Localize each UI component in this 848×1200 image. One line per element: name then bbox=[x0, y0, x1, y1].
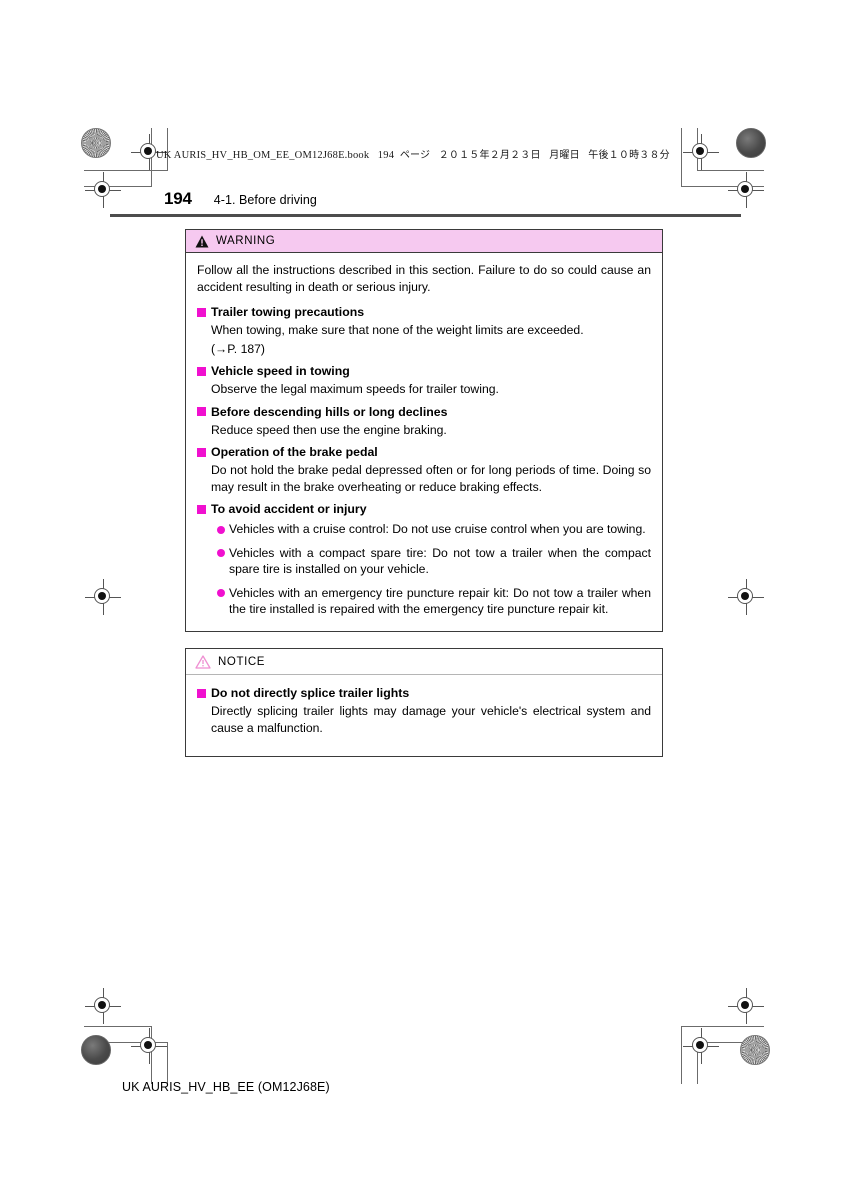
warning-section-heading: Trailer towing precautions bbox=[197, 304, 651, 320]
warning-section-paragraph: Do not hold the brake pedal depressed of… bbox=[211, 463, 651, 494]
warning-section-paragraph: When towing, make sure that none of the … bbox=[211, 323, 584, 337]
warning-section-heading: Operation of the brake pedal bbox=[197, 444, 651, 460]
registration-mark-mid-left bbox=[85, 579, 121, 615]
notice-label: NOTICE bbox=[218, 655, 266, 668]
warning-section-heading-text: Vehicle speed in towing bbox=[211, 364, 350, 378]
warning-bullet-list: Vehicles with a cruise control: Do not u… bbox=[217, 521, 651, 618]
footer-document-code: UK AURIS_HV_HB_EE (OM12J68E) bbox=[122, 1080, 330, 1094]
registration-mark-bottom-left-upper bbox=[85, 988, 121, 1024]
crop-line-bottom-right-v bbox=[681, 1026, 682, 1084]
page-section-title: 4-1. Before driving bbox=[213, 193, 317, 207]
registration-mark-bottom-left bbox=[131, 1028, 167, 1064]
warning-section-page-reference: (→P. 187) bbox=[211, 341, 265, 356]
registration-mark-mid-right bbox=[728, 579, 764, 615]
print-header-strip: UK AURIS_HV_HB_OM_EE_OM12J68E.book 194 ペ… bbox=[156, 146, 670, 161]
crop-line-top-right-v2 bbox=[697, 128, 698, 171]
print-header-date: ２０１５年２月２３日 bbox=[438, 150, 541, 161]
warning-label: WARNING bbox=[216, 235, 276, 247]
print-header-page-unit: ページ bbox=[399, 150, 431, 161]
list-item-text: Vehicles with an emergency tire puncture… bbox=[229, 585, 651, 617]
registration-mark-bottom-right-upper bbox=[728, 988, 764, 1024]
print-header-weekday: 月曜日 bbox=[549, 150, 580, 161]
square-bullet-icon bbox=[197, 504, 206, 514]
notice-box-header: NOTICE bbox=[186, 649, 662, 675]
crop-line-top-right-v bbox=[681, 128, 682, 187]
registration-mark-top-left-lower bbox=[85, 172, 121, 208]
notice-section-heading-text: Do not directly splice trailer lights bbox=[211, 686, 410, 700]
warning-intro-paragraph: Follow all the instructions described in… bbox=[197, 263, 651, 294]
crop-line-bottom-left-h bbox=[84, 1026, 152, 1027]
crop-line-top-left-h2 bbox=[84, 186, 152, 187]
density-control-dot-top-left bbox=[81, 128, 111, 158]
page-title-rule bbox=[110, 214, 741, 217]
warning-section-heading-text: Trailer towing precautions bbox=[211, 305, 365, 319]
notice-box: NOTICE Do not directly splice trailer li… bbox=[185, 648, 663, 757]
list-item: Vehicles with a cruise control: Do not u… bbox=[217, 521, 651, 538]
crop-line-top-left-h bbox=[84, 170, 168, 171]
crop-line-bottom-left-h2 bbox=[84, 1042, 168, 1043]
round-bullet-icon bbox=[217, 589, 225, 597]
page-title-row: 194 4-1. Before driving bbox=[164, 189, 317, 209]
registration-mark-top-right-lower bbox=[728, 172, 764, 208]
notice-section-heading: Do not directly splice trailer lights bbox=[197, 685, 651, 701]
crop-line-bottom-right-v2 bbox=[697, 1042, 698, 1084]
square-bullet-icon bbox=[197, 307, 206, 317]
density-control-dot-bottom-right bbox=[740, 1035, 770, 1065]
warning-box: WARNING Follow all the instructions desc… bbox=[185, 229, 663, 632]
list-item-text: Vehicles with a cruise control: Do not u… bbox=[229, 522, 646, 536]
square-bullet-icon bbox=[197, 366, 206, 376]
registration-mark-top-right bbox=[683, 134, 719, 170]
warning-box-body: Follow all the instructions described in… bbox=[186, 253, 662, 631]
warning-section-heading-text: To avoid accident or injury bbox=[211, 502, 367, 516]
square-bullet-icon bbox=[197, 407, 206, 416]
crop-line-bottom-left-v bbox=[151, 1026, 152, 1084]
round-bullet-icon bbox=[217, 549, 225, 557]
warning-box-header: WARNING bbox=[186, 230, 662, 253]
notice-box-body: Do not directly splice trailer lights Di… bbox=[186, 675, 662, 756]
crop-line-top-left-v2 bbox=[151, 128, 152, 187]
crop-line-bottom-right-h bbox=[681, 1026, 764, 1027]
square-bullet-icon bbox=[197, 688, 206, 698]
density-control-dot-top-right bbox=[736, 128, 766, 158]
warning-section-heading-text: Before descending hills or long declines bbox=[211, 404, 448, 419]
crop-line-top-right-h bbox=[681, 186, 764, 187]
list-item-text: Vehicles with a compact spare tire: Do n… bbox=[229, 545, 651, 577]
warning-triangle-icon bbox=[195, 235, 209, 248]
square-bullet-icon bbox=[197, 447, 206, 457]
round-bullet-icon bbox=[217, 525, 225, 534]
warning-section-heading: To avoid accident or injury bbox=[197, 501, 651, 517]
warning-section-heading-text: Operation of the brake pedal bbox=[211, 445, 378, 459]
page-number: 194 bbox=[164, 189, 192, 208]
list-item: Vehicles with a compact spare tire: Do n… bbox=[217, 545, 651, 578]
crop-line-bottom-right-h2 bbox=[697, 1042, 764, 1043]
notice-triangle-icon bbox=[195, 654, 211, 669]
density-control-dot-bottom-left bbox=[81, 1035, 111, 1065]
print-header-time: 午後１０時３８分 bbox=[588, 150, 670, 161]
print-header-filename: UK AURIS_HV_HB_OM_EE_OM12J68E.book bbox=[156, 150, 370, 161]
warning-section-paragraph: Observe the legal maximum speeds for tra… bbox=[211, 382, 499, 396]
crop-line-bottom-left-v2 bbox=[167, 1042, 168, 1084]
notice-section-paragraph: Directly splicing trailer lights may dam… bbox=[211, 704, 651, 735]
registration-mark-bottom-right bbox=[683, 1028, 719, 1064]
warning-section-heading: Vehicle speed in towing bbox=[197, 363, 651, 379]
warning-section-heading: Before descending hills or long declines bbox=[197, 404, 651, 420]
crop-line-top-right-h2 bbox=[697, 170, 764, 171]
list-item: Vehicles with an emergency tire puncture… bbox=[217, 585, 651, 618]
warning-section-paragraph: Reduce speed then use the engine braking… bbox=[211, 422, 447, 437]
print-header-page: 194 bbox=[377, 150, 395, 161]
